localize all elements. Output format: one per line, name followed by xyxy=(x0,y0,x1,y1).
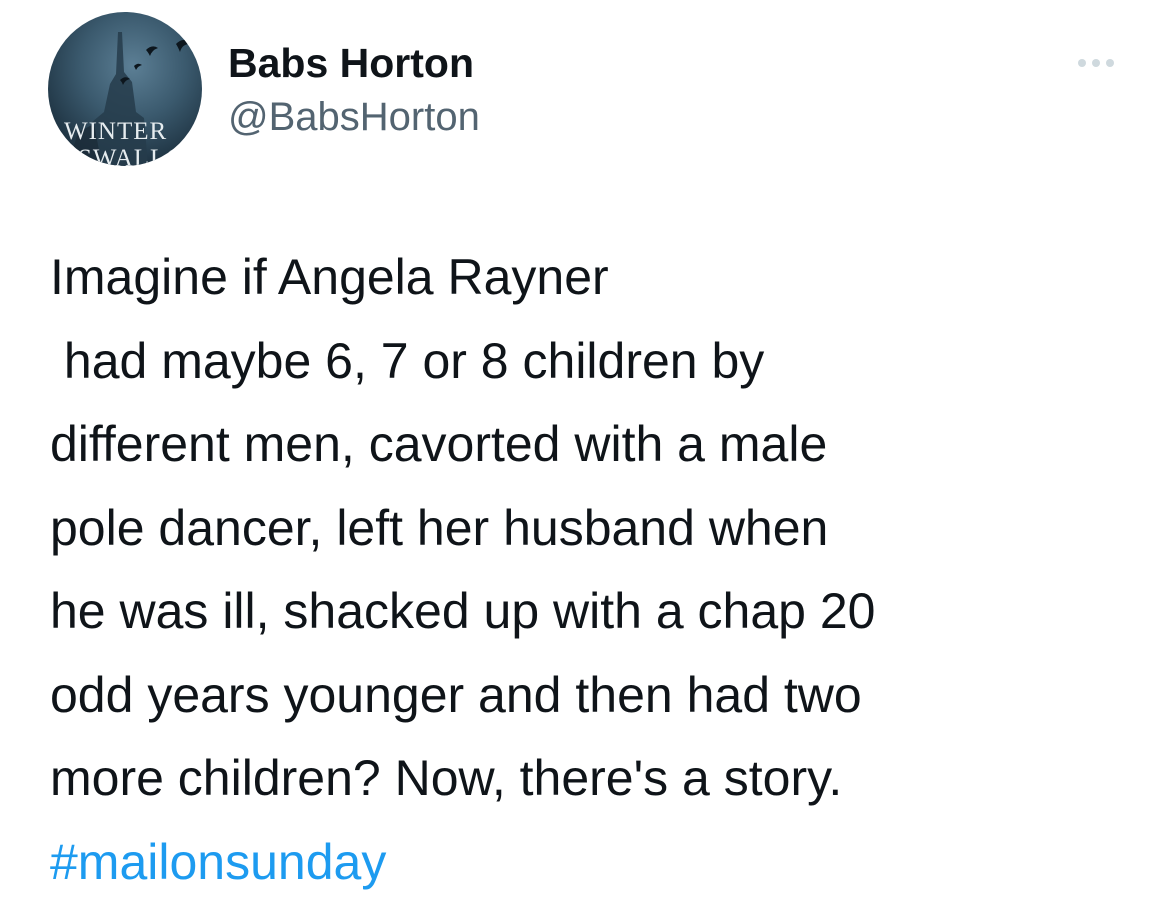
tweet-text: Imagine if Angela Rayner had maybe 6, 7 … xyxy=(50,236,1140,904)
tweet-text-line: Imagine if Angela Rayner xyxy=(50,249,609,305)
tweet[interactable]: WINTER SWALLOWS Babs Horton @BabsHorton … xyxy=(0,0,1170,921)
tweet-text-line: he was ill, shacked up with a chap 20 xyxy=(50,583,876,639)
tweet-text-line: more children? Now, there's a story. xyxy=(50,750,843,806)
avatar[interactable]: WINTER SWALLOWS xyxy=(48,12,202,166)
tweet-text-line: odd years younger and then had two xyxy=(50,666,862,723)
tweet-text-line: had maybe 6, 7 or 8 children by xyxy=(50,332,765,389)
author-display-name[interactable]: Babs Horton xyxy=(228,40,474,87)
author-handle[interactable]: @BabsHorton xyxy=(228,95,480,140)
avatar-caption: WINTER xyxy=(64,118,168,145)
tweet-text-line: pole dancer, left her husband when xyxy=(50,499,829,556)
avatar-caption-second-line: SWALLOWS xyxy=(78,145,202,166)
hashtag-link[interactable]: #mailonsunday xyxy=(50,821,1140,905)
tweet-text-line: different men, cavorted with a male xyxy=(50,416,828,472)
more-horizontal-icon xyxy=(1078,59,1114,67)
more-options-button[interactable] xyxy=(1068,50,1124,76)
